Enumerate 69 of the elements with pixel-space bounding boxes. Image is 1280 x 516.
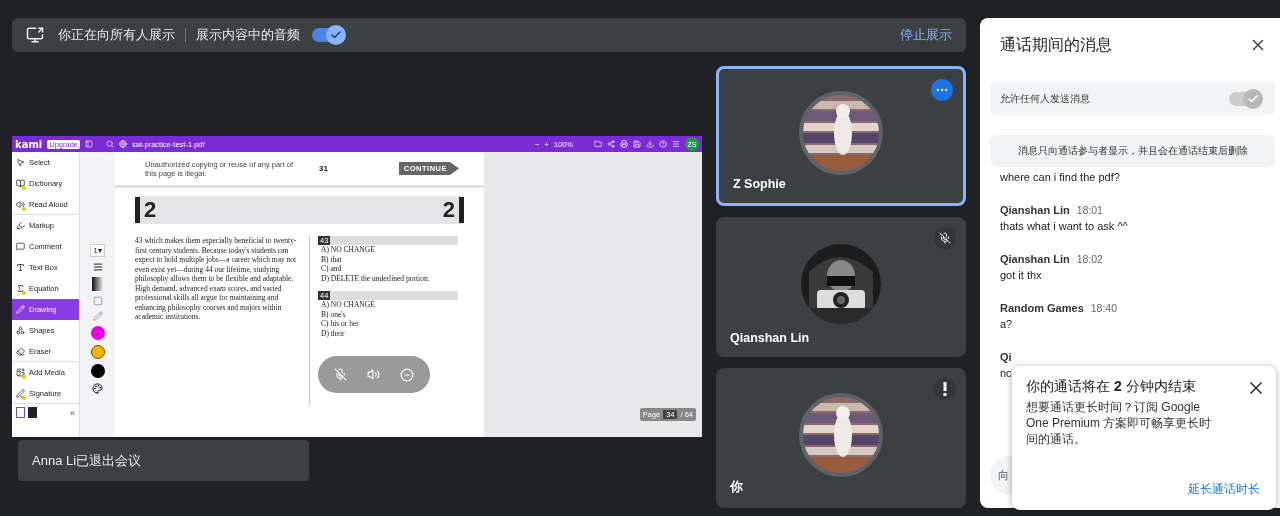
popup-title: 你的通话将在 2 分钟内结束: [1026, 378, 1197, 396]
notification-toast: Anna Li已退出会议: [18, 440, 309, 481]
message-text: a?: [1000, 318, 1014, 330]
save-icon[interactable]: [633, 140, 641, 148]
stop-presenting-button[interactable]: 停止展示: [898, 24, 954, 46]
section-number: 2: [143, 197, 158, 223]
help-icon[interactable]: [659, 140, 667, 148]
message-text: got it thx: [1000, 269, 1043, 281]
tool-icon: [16, 158, 25, 167]
section-number: 2: [441, 197, 456, 223]
page-number: 31: [319, 164, 328, 173]
message-time: 18:02: [1076, 253, 1103, 265]
message-sender: Qianshan Lin: [1000, 253, 1070, 265]
tool-icon: [16, 242, 25, 251]
tool-icon: [16, 346, 25, 356]
message-text: where can i find the pdf?: [1000, 171, 1121, 183]
tool-icon: [16, 263, 25, 272]
color-swatch[interactable]: [90, 364, 105, 378]
message-sender: Qi: [1000, 351, 1012, 363]
color-swatch[interactable]: [90, 326, 105, 340]
tool-icon: [16, 326, 25, 335]
download-icon[interactable]: [646, 140, 654, 148]
message-sender: Qianshan Lin: [1000, 204, 1070, 216]
color-swatch[interactable]: [90, 345, 105, 359]
message-time: 18:40: [1090, 302, 1118, 314]
message-sender: Random Games: [1000, 302, 1084, 314]
remove-icon[interactable]: [400, 367, 414, 382]
tool-icon: [16, 284, 25, 293]
message-time: 18:01: [1076, 204, 1103, 216]
message-text: thats what i want to ask ^^: [1000, 220, 1129, 232]
more-options-button[interactable]: [931, 79, 953, 101]
tool-icon: [16, 305, 25, 314]
tool-icon: [16, 221, 25, 230]
extend-call-button[interactable]: 延长通话时长: [1186, 479, 1262, 500]
globe-icon: [119, 140, 128, 148]
tool-icon: [16, 388, 25, 398]
panel-title: 通话期间的消息: [1000, 34, 1112, 55]
tool-icon: [16, 179, 25, 188]
participant-name: Qianshan Lin: [730, 331, 810, 345]
volume-icon[interactable]: [367, 368, 380, 381]
single-page-button[interactable]: [16, 407, 25, 418]
palette-icon[interactable]: [92, 383, 103, 394]
info-notice: 消息只向通话参与者显示，并且会在通话结束后删除: [990, 135, 1275, 167]
audio-label: 展示内容中的音频: [196, 26, 300, 44]
presenting-status: 你正在向所有人展示: [58, 26, 175, 44]
audio-toggle[interactable]: [312, 28, 344, 42]
print-icon[interactable]: [620, 140, 628, 148]
opacity-swatch[interactable]: [91, 277, 104, 291]
present-screen-icon: [26, 26, 44, 44]
tool-icon: [16, 199, 25, 209]
folder-icon[interactable]: [594, 140, 602, 148]
message-text: nc: [1000, 367, 1013, 379]
section-marker: [135, 197, 140, 223]
participant-name: 你: [730, 479, 743, 496]
search-icon[interactable]: [106, 140, 115, 148]
tool-icon: [16, 368, 25, 377]
check-icon: [330, 29, 342, 41]
align-icon[interactable]: [92, 262, 103, 272]
section-marker: [459, 197, 464, 223]
collapse-button[interactable]: «: [70, 407, 75, 418]
check-icon: [1247, 92, 1259, 105]
allow-messages-label: 允许任何人发送消息: [1000, 91, 1090, 106]
app-logo: kami: [15, 138, 43, 150]
participant-name: Z Sophie: [733, 177, 786, 191]
sidebar-icon[interactable]: [85, 140, 94, 148]
menu-icon[interactable]: [672, 140, 680, 148]
share-icon[interactable]: [607, 140, 615, 148]
popup-text: 想要通话更长时间？订阅 Google One Premium 方案即可畅享更长时间的通话。: [1026, 399, 1213, 447]
mic-off-icon[interactable]: [334, 368, 347, 381]
